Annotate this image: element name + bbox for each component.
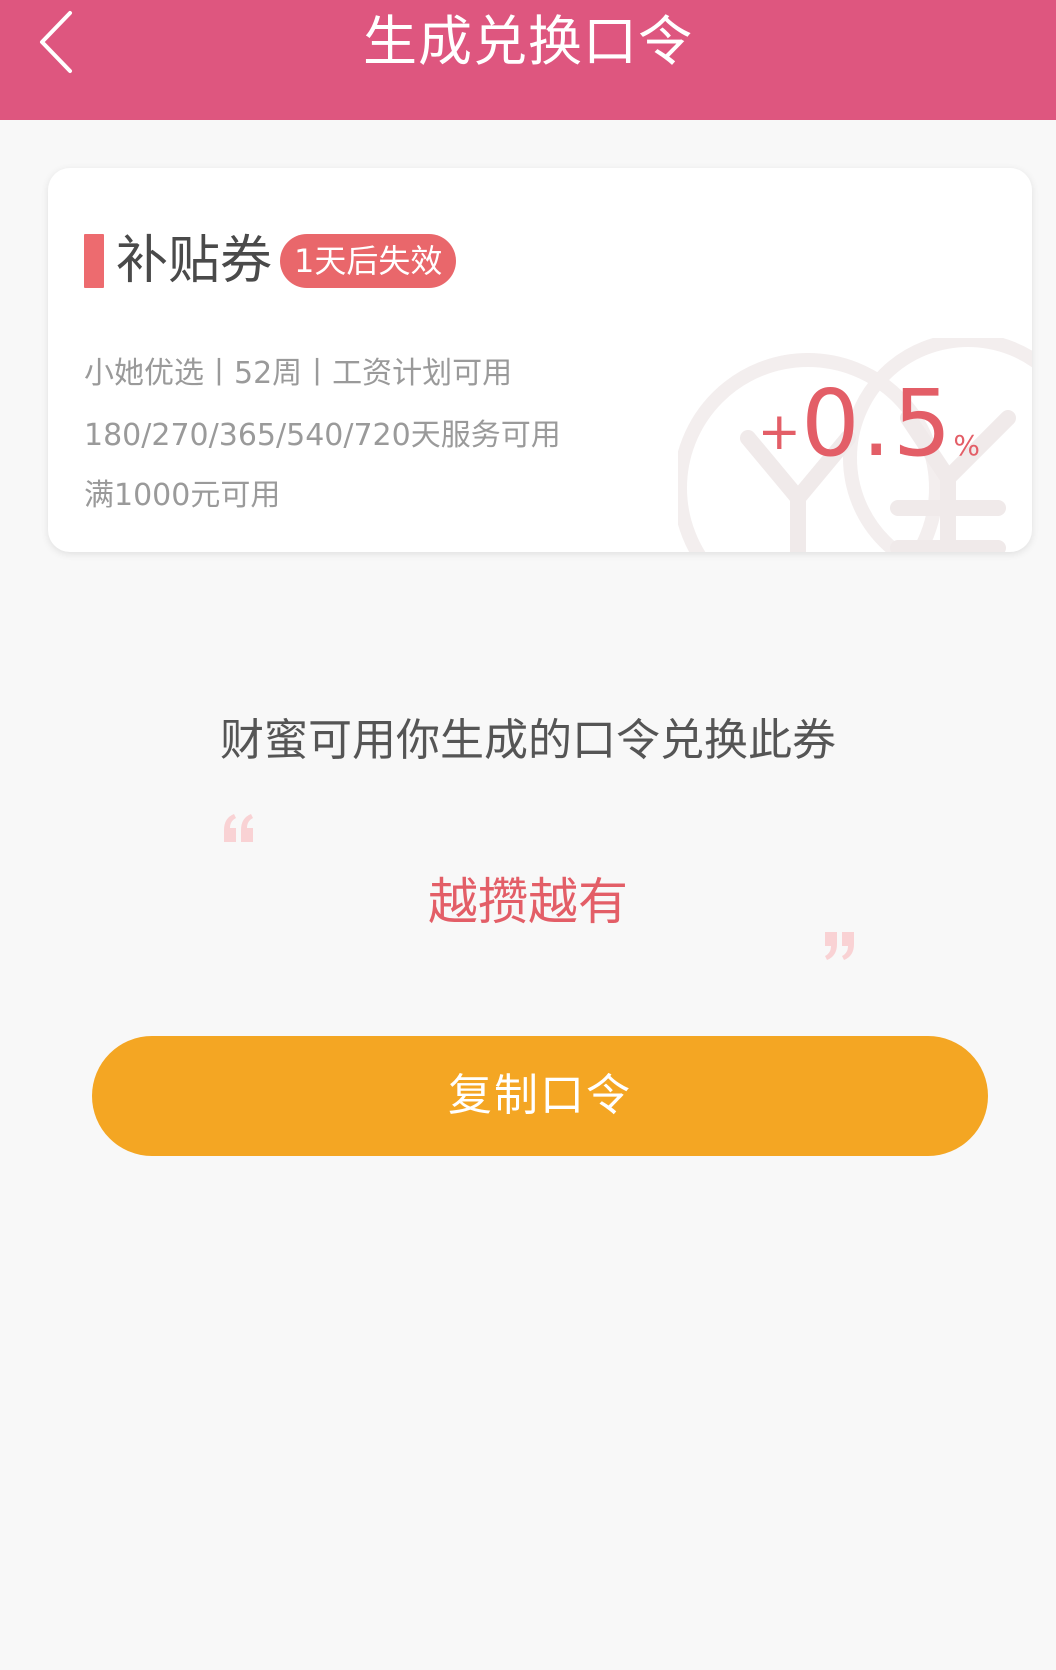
top-bar: 生成兑换口令 xyxy=(0,0,1056,120)
coupon-title: 补贴券 xyxy=(116,231,273,291)
close-quote-icon xyxy=(825,932,854,960)
copy-command-button[interactable]: 复制口令 xyxy=(92,1036,988,1156)
rate-number: 0.5 xyxy=(801,370,954,477)
coupon-condition-terms: 180/270/365/540/720天服务可用 xyxy=(84,418,561,453)
rate-unit: % xyxy=(953,429,980,462)
coupon-condition-minimum: 满1000元可用 xyxy=(84,478,281,513)
back-button[interactable] xyxy=(36,0,116,84)
open-quote-icon xyxy=(224,814,253,842)
chevron-left-icon xyxy=(40,11,72,73)
expire-badge: 1天后失效 xyxy=(280,234,457,288)
coupon-condition-products: 小她优选丨52周丨工资计划可用 xyxy=(84,356,513,391)
command-text: 越攒越有 xyxy=(428,873,628,931)
page-title: 生成兑换口令 xyxy=(363,10,693,73)
rate-value: +0.5% xyxy=(758,378,981,470)
rate-sign: + xyxy=(757,402,802,462)
title-accent-bar xyxy=(84,234,104,288)
redeem-description: 财蜜可用你生成的口令兑换此券 xyxy=(220,715,836,766)
coupon-card: 补贴券 1天后失效 小她优选丨52周丨工资计划可用 180/270/365/54… xyxy=(48,168,1032,552)
